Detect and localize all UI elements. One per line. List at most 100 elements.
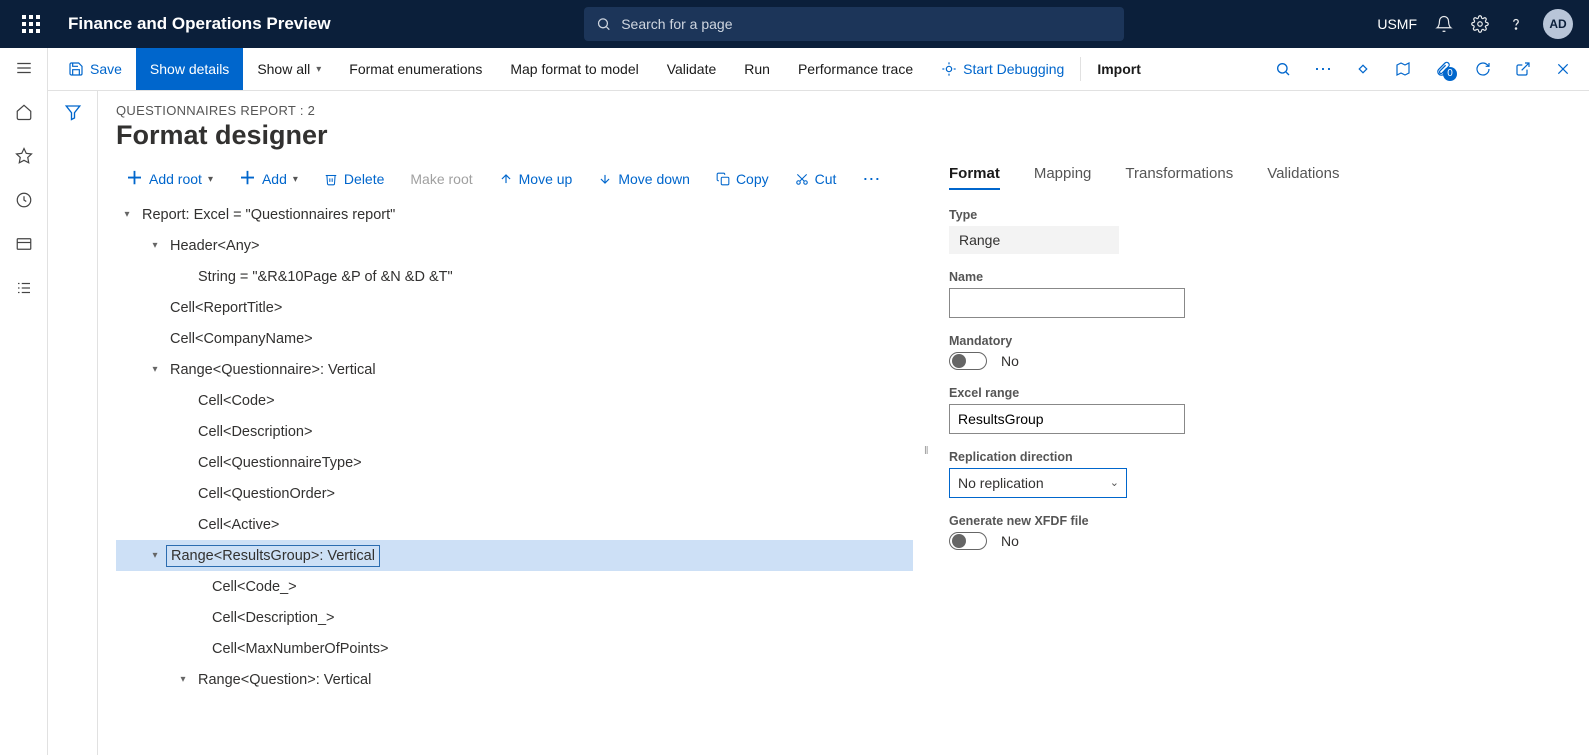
tree-node[interactable]: ▾Range<Question>: Vertical [116, 664, 913, 695]
copy-button[interactable]: Copy [706, 167, 779, 191]
tree-node[interactable]: ▾Report: Excel = "Questionnaires report" [116, 199, 913, 230]
pane-divider[interactable]: ‖ [923, 165, 931, 755]
hamburger-icon[interactable] [14, 58, 34, 78]
popout-icon[interactable] [1503, 61, 1543, 77]
cut-button[interactable]: Cut [785, 167, 847, 191]
tree-node-label: Cell<QuestionnaireType> [194, 453, 366, 473]
start-debug-label: Start Debugging [963, 61, 1064, 77]
tree-node-label: String = "&R&10Page &P of &N &D &T" [194, 267, 457, 287]
tree-node[interactable]: Cell<Active> [116, 509, 913, 540]
tree-node-label: Cell<Code> [194, 391, 279, 411]
delete-button[interactable]: Delete [314, 167, 394, 191]
validate-button[interactable]: Validate [653, 48, 731, 90]
tab-mapping[interactable]: Mapping [1034, 165, 1092, 190]
tree-node[interactable]: ▾Range<Questionnaire>: Vertical [116, 354, 913, 385]
filter-icon[interactable] [64, 103, 82, 755]
add-button[interactable]: ＋Add▾ [229, 167, 308, 191]
mandatory-toggle[interactable] [949, 352, 987, 370]
collapse-icon[interactable]: ▾ [172, 674, 194, 685]
arrow-up-icon [499, 172, 513, 186]
chevron-down-icon: ▾ [208, 174, 213, 185]
separator [1080, 57, 1081, 81]
bell-icon[interactable] [1435, 15, 1453, 33]
move-up-label: Move up [519, 171, 573, 187]
tree-node[interactable]: Cell<Description> [116, 416, 913, 447]
attachments-icon[interactable]: 0 [1423, 61, 1463, 78]
collapse-icon[interactable]: ▾ [144, 240, 166, 251]
help-icon[interactable] [1507, 15, 1525, 33]
avatar[interactable]: AD [1543, 9, 1573, 39]
mandatory-label: Mandatory [949, 334, 1571, 348]
tree-node-label: Cell<QuestionOrder> [194, 484, 339, 504]
map-icon[interactable] [1383, 61, 1423, 77]
save-button[interactable]: Save [54, 48, 136, 90]
format-tree: ▾Report: Excel = "Questionnaires report"… [116, 199, 913, 695]
format-enumerations-button[interactable]: Format enumerations [335, 48, 496, 90]
tree-node[interactable]: String = "&R&10Page &P of &N &D &T" [116, 261, 913, 292]
mandatory-value: No [1001, 353, 1019, 369]
xfdf-toggle[interactable] [949, 532, 987, 550]
cut-label: Cut [815, 171, 837, 187]
collapse-icon[interactable]: ▾ [144, 364, 166, 375]
move-down-button[interactable]: Move down [588, 167, 700, 191]
tree-node[interactable]: Cell<QuestionnaireType> [116, 447, 913, 478]
start-debugging-button[interactable]: Start Debugging [927, 48, 1078, 90]
excel-range-input[interactable] [949, 404, 1185, 434]
star-icon[interactable] [14, 146, 34, 166]
search-command-icon[interactable] [1263, 61, 1303, 77]
tree-node-label: Cell<Code_> [208, 577, 301, 597]
name-input[interactable] [949, 288, 1185, 318]
global-search[interactable] [584, 7, 1124, 41]
collapse-icon[interactable]: ▾ [116, 209, 138, 220]
workspace-icon[interactable] [14, 234, 34, 254]
excel-range-label: Excel range [949, 386, 1571, 400]
modules-icon[interactable] [14, 278, 34, 298]
company-code[interactable]: USMF [1377, 16, 1417, 32]
xfdf-value: No [1001, 533, 1019, 549]
tree-node-label: Cell<CompanyName> [166, 329, 317, 349]
tree-node-label: Range<Question>: Vertical [194, 670, 375, 690]
replication-select[interactable]: No replication [949, 468, 1127, 498]
search-input[interactable] [621, 16, 1112, 32]
gear-icon[interactable] [1471, 15, 1489, 33]
tree-node[interactable]: ▾Header<Any> [116, 230, 913, 261]
show-all-label: Show all [257, 61, 310, 77]
import-button[interactable]: Import [1083, 48, 1155, 90]
tree-node-selected[interactable]: ▾Range<ResultsGroup>: Vertical [116, 540, 913, 571]
tree-node-label: Cell<Active> [194, 515, 283, 535]
move-up-button[interactable]: Move up [489, 167, 583, 191]
show-all-button[interactable]: Show all ▾ [243, 48, 335, 90]
recent-icon[interactable] [14, 190, 34, 210]
trash-icon [324, 172, 338, 186]
run-button[interactable]: Run [730, 48, 784, 90]
diamond-icon[interactable] [1343, 61, 1383, 77]
left-rail [0, 48, 48, 755]
xfdf-label: Generate new XFDF file [949, 514, 1571, 528]
performance-trace-button[interactable]: Performance trace [784, 48, 927, 90]
show-details-button[interactable]: Show details [136, 48, 243, 90]
more-commands-icon[interactable]: ⋯ [1303, 59, 1343, 80]
add-root-button[interactable]: ＋Add root▾ [116, 167, 223, 191]
map-format-button[interactable]: Map format to model [496, 48, 652, 90]
app-launcher[interactable] [8, 3, 54, 45]
tab-transformations[interactable]: Transformations [1125, 165, 1233, 190]
home-icon[interactable] [14, 102, 34, 122]
tree-node[interactable]: Cell<QuestionOrder> [116, 478, 913, 509]
copy-label: Copy [736, 171, 769, 187]
tree-node[interactable]: Cell<Code> [116, 385, 913, 416]
breadcrumb: QUESTIONNAIRES REPORT : 2 [116, 103, 1571, 118]
tab-format[interactable]: Format [949, 165, 1000, 190]
tree-node[interactable]: Cell<Description_> [116, 602, 913, 633]
collapse-icon[interactable]: ▾ [144, 550, 166, 561]
close-icon[interactable] [1543, 61, 1583, 77]
tree-node[interactable]: Cell<CompanyName> [116, 323, 913, 354]
tree-node-label: Range<ResultsGroup>: Vertical [166, 545, 380, 567]
tab-validations[interactable]: Validations [1267, 165, 1339, 190]
save-label: Save [90, 61, 122, 77]
tree-node[interactable]: Cell<MaxNumberOfPoints> [116, 633, 913, 664]
tree-more-icon[interactable]: ⋯ [852, 169, 890, 190]
refresh-icon[interactable] [1463, 61, 1503, 77]
tree-node[interactable]: Cell<Code_> [116, 571, 913, 602]
attachments-badge: 0 [1443, 67, 1457, 81]
tree-node[interactable]: Cell<ReportTitle> [116, 292, 913, 323]
